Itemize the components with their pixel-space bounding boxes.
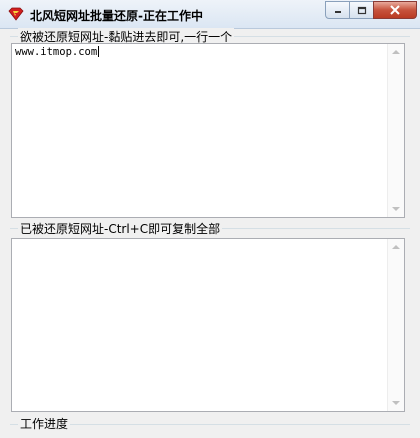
progress-group-label: 工作进度	[18, 415, 71, 432]
text-caret	[98, 46, 100, 57]
maximize-icon	[357, 6, 366, 14]
close-icon	[390, 5, 400, 15]
minimize-button[interactable]	[325, 1, 350, 19]
output-scrollbar[interactable]	[387, 239, 404, 411]
scroll-down-arrow-icon[interactable]	[392, 207, 400, 211]
superman-shield-icon	[8, 7, 24, 21]
minimize-icon	[334, 11, 341, 13]
short-url-input-value: www.itmop.com	[15, 46, 98, 58]
scroll-up-arrow-icon[interactable]	[392, 50, 400, 54]
close-button[interactable]	[373, 1, 417, 19]
maximize-button[interactable]	[349, 1, 374, 19]
restored-url-output[interactable]	[11, 238, 405, 412]
scroll-down-arrow-icon[interactable]	[392, 401, 400, 405]
scroll-up-arrow-icon[interactable]	[392, 245, 400, 249]
window-title: 北风短网址批量还原-正在工作中	[30, 9, 203, 23]
input-scrollbar[interactable]	[387, 44, 404, 217]
output-group-label: 已被还原短网址-Ctrl+C即可复制全部	[18, 220, 223, 237]
short-url-input[interactable]: www.itmop.com	[11, 43, 405, 218]
window-controls	[325, 1, 417, 19]
title-bar[interactable]: 北风短网址批量还原-正在工作中	[0, 0, 420, 29]
